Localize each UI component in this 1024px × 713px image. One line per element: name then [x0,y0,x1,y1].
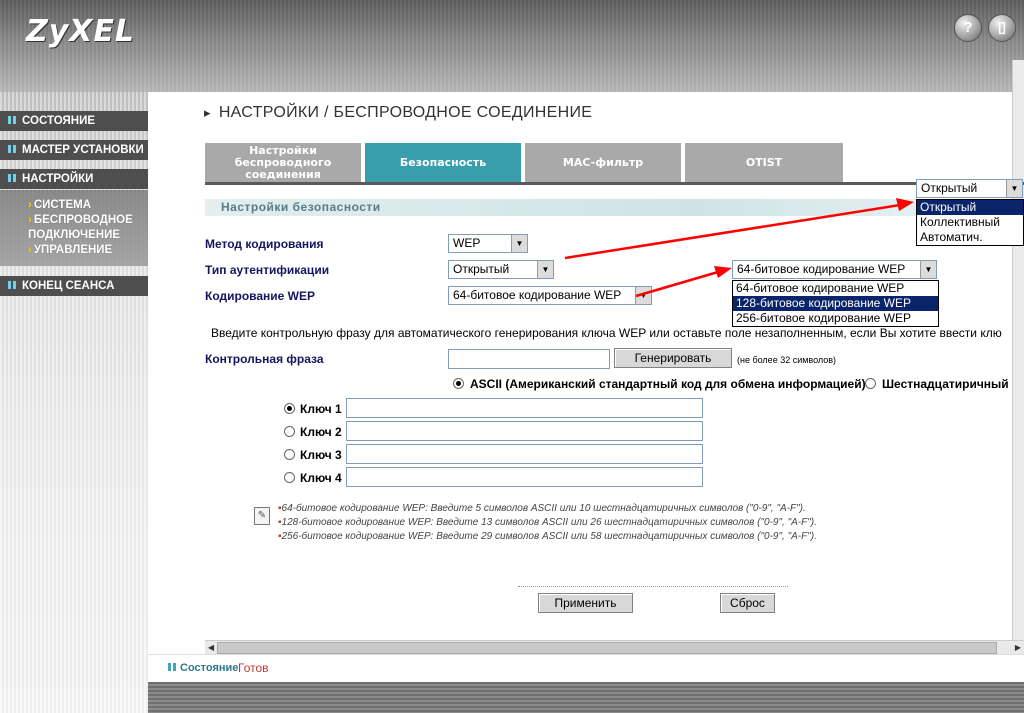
wep-encoding-select[interactable]: 64-битовое кодирование WEP ▼ [448,286,652,305]
horizontal-scrollbar[interactable]: ◀ ▶ [205,640,1024,654]
key4-radio[interactable] [284,472,295,483]
vertical-scrollbar[interactable] [1012,60,1024,640]
grid-icon [168,663,176,671]
scroll-thumb[interactable] [217,642,997,654]
arrow-right-icon: › [28,214,32,226]
tab-wireless-settings[interactable]: Настройки беспроводного соединения [205,143,363,182]
tab-security[interactable]: Безопасность [365,143,523,182]
wep-option-64[interactable]: 64-битовое кодирование WEP [733,281,938,296]
key2-input[interactable] [346,421,703,441]
auth-type-label: Тип аутентификации [205,263,330,277]
key2-label: Ключ 2 [300,425,342,439]
sidebar-subitem-system[interactable]: › СИСТЕМА [28,198,91,213]
chevron-down-icon: ▼ [1006,180,1022,197]
key3-label: Ключ 3 [300,448,342,462]
key1-radio[interactable] [284,403,295,414]
grid-icon [8,174,16,182]
tab-divider [205,182,1024,185]
chevron-down-icon: ▼ [511,235,527,252]
key3-input[interactable] [346,444,703,464]
sidebar-item-status[interactable]: СОСТОЯНИЕ [0,111,148,131]
page-title: ▸ НАСТРОЙКИ / БЕСПРОВОДНОЕ СОЕДИНЕНИЕ [204,104,593,121]
note-256bit: ▪256-битовое кодирование WEP: Введите 29… [278,531,817,542]
note-64bit: ▪64-битовое кодирование WEP: Введите 5 с… [278,503,806,514]
key2-radio[interactable] [284,426,295,437]
key4-label: Ключ 4 [300,471,342,485]
auth-type-select[interactable]: Открытый ▼ [448,260,554,279]
passphrase-input[interactable] [448,349,610,369]
help-button[interactable]: ? [954,14,982,42]
status-value: Готов [238,661,269,675]
note-icon: ✎ [254,507,270,525]
encryption-method-label: Метод кодирования [205,237,324,251]
wep-option-256[interactable]: 256-битовое кодирование WEP [733,311,938,326]
wep-encoding-dropdown-header[interactable]: 64-битовое кодирование WEP ▼ [732,260,937,279]
arrow-right-icon: › [28,244,32,256]
passphrase-label: Контрольная фраза [205,352,324,366]
key1-input[interactable] [346,398,703,418]
tab-otist[interactable]: OTIST [685,143,845,182]
passphrase-instructions: Введите контрольную фразу для автоматиче… [211,326,1002,340]
chevron-down-icon: ▼ [920,261,936,278]
note-128bit: ▪128-битовое кодирование WEP: Введите 13… [278,517,817,528]
sidebar-subitem-wireless[interactable]: › БЕСПРОВОДНОЕ [28,213,133,228]
encryption-method-select[interactable]: WEP ▼ [448,234,528,253]
generate-button[interactable]: Генерировать [614,348,732,368]
auth-option-shared[interactable]: Коллективный [917,215,1023,230]
key1-label: Ключ 1 [300,402,342,416]
sidebar-item-settings[interactable]: НАСТРОЙКИ [0,169,148,189]
hex-radio[interactable] [865,378,876,389]
divider [518,586,788,587]
reset-button[interactable]: Сброс [720,593,775,613]
sidebar-subitem-connection[interactable]: ПОДКЛЮЧЕНИЕ [28,228,120,243]
status-label: Состояние [168,662,238,674]
logout-icon-button[interactable]: ▯ [988,14,1016,42]
arrow-left-icon[interactable]: ◀ [205,641,217,655]
wep-encoding-label: Кодирование WEP [205,289,316,303]
top-banner [0,0,1024,92]
sidebar-item-wizard[interactable]: МАСТЕР УСТАНОВКИ [0,140,148,160]
sidebar-item-logout[interactable]: КОНЕЦ СЕАНСА [0,276,148,296]
chevron-down-icon: ▼ [635,287,651,304]
grid-icon [8,281,16,289]
bottom-band [148,682,1024,713]
apply-button[interactable]: Применить [538,593,633,613]
arrow-right-icon[interactable]: ▶ [1012,641,1024,655]
passphrase-hint: (не более 32 символов) [737,355,837,365]
status-bar [148,654,1024,682]
tab-mac-filter[interactable]: MAC-фильтр [525,143,683,182]
ascii-label: ASCII (Американский стандартный код для … [470,377,866,391]
arrow-right-icon: › [28,199,32,211]
ascii-radio[interactable] [453,378,464,389]
key4-input[interactable] [346,467,703,487]
chevron-down-icon: ▼ [537,261,553,278]
grid-icon [8,116,16,124]
hex-label: Шестнадцатиричный [882,377,1009,391]
auth-option-auto[interactable]: Автоматич. [917,230,1023,245]
key3-radio[interactable] [284,449,295,460]
auth-type-options-list: Открытый Коллективный Автоматич. [916,199,1024,246]
sidebar-subitem-management[interactable]: › УПРАВЛЕНИЕ [28,243,112,258]
wep-option-128[interactable]: 128-битовое кодирование WEP [733,296,938,311]
section-title: Настройки безопасности [205,199,1024,216]
wep-encoding-options-list: 64-битовое кодирование WEP 128-битовое к… [732,280,939,327]
auth-option-open[interactable]: Открытый [917,200,1023,215]
auth-type-dropdown-header[interactable]: Открытый ▼ [916,179,1023,198]
arrow-right-icon: ▸ [204,105,211,120]
zyxel-logo: ZyXEL [26,14,136,49]
grid-icon [8,145,16,153]
